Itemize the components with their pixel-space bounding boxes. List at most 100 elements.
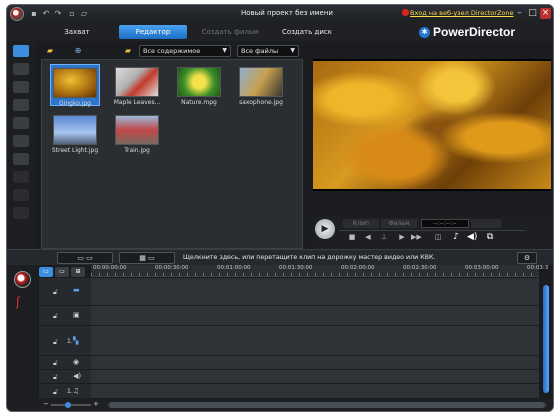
timeline-view-icon[interactable]: ▭: [39, 267, 53, 277]
media-item[interactable]: saxophone.jpg: [236, 64, 286, 106]
fit-view-icon[interactable]: ⊞: [71, 267, 85, 277]
redo-icon[interactable]: ↷: [53, 9, 63, 19]
effect-track[interactable]: [91, 306, 539, 326]
preview-window: [313, 59, 551, 191]
zoom-out-icon[interactable]: −: [43, 400, 49, 408]
title-track-icon: ◉: [73, 358, 80, 366]
video-track-icon: ▬: [73, 286, 80, 294]
music-track-icon: ♫: [73, 387, 80, 395]
preview-image: [313, 61, 551, 189]
media-item[interactable]: Gingko.jpg: [50, 64, 100, 107]
particle-room-icon[interactable]: [13, 99, 29, 111]
music-track[interactable]: [91, 384, 539, 399]
app-logo-icon[interactable]: [10, 7, 24, 21]
directorzone-link[interactable]: Вход на веб-узел DirectorZone: [410, 9, 514, 17]
transition-room-icon[interactable]: [13, 135, 29, 147]
close-button[interactable]: ×: [540, 8, 551, 19]
tab-create-disc[interactable]: Создать диск: [271, 25, 343, 39]
tab-editor[interactable]: Редактор: [119, 25, 187, 39]
fast-forward-icon[interactable]: ▶▶: [411, 232, 422, 242]
lock-icon[interactable]: 🔓︎: [53, 359, 58, 368]
ruler-tick: 00:00:00:00: [93, 265, 127, 271]
movie-mode-button[interactable]: Фильм: [381, 219, 417, 228]
undo-icon[interactable]: ↶: [41, 9, 51, 19]
track-header: 🔓︎ ◀): [39, 370, 91, 384]
app-window: ▪ ↶ ↷ ▫ ▱ Новый проект без имени Вход на…: [6, 4, 554, 412]
settings-button[interactable]: ⚙: [517, 252, 537, 264]
seek-bar[interactable]: [339, 230, 525, 231]
volume-icon[interactable]: ♪: [451, 232, 461, 242]
track-header: 🔓︎ 1. ♫: [39, 384, 91, 399]
storyboard-button[interactable]: ▭ ▭: [57, 252, 113, 264]
browse-folder-icon[interactable]: ▰: [123, 46, 133, 56]
zoom-in-icon[interactable]: +: [93, 400, 99, 408]
media-item[interactable]: Maple Leaves...: [112, 64, 162, 106]
video-track[interactable]: [91, 278, 539, 306]
import-folder-icon[interactable]: ▰: [45, 46, 55, 56]
tab-capture[interactable]: Захват: [45, 25, 109, 39]
timeline-tools-button[interactable]: ▦ ▭: [119, 252, 175, 264]
media-item[interactable]: Nature.mpg: [174, 64, 224, 106]
voiceover-room-icon[interactable]: [13, 171, 29, 183]
library-scrollbar[interactable]: [305, 43, 311, 249]
play-button[interactable]: ▶: [315, 219, 335, 239]
timeline-hint: Щелкните здесь, или перетащите клип на д…: [183, 254, 436, 261]
zoom-slider[interactable]: − +: [43, 400, 99, 408]
minimize-button[interactable]: –: [514, 8, 525, 19]
zoom-knob[interactable]: [65, 402, 71, 408]
speaker-icon[interactable]: ◀): [467, 232, 477, 242]
zoom-dropdown[interactable]: [471, 219, 501, 228]
maximize-button[interactable]: □: [527, 8, 538, 19]
lock-icon[interactable]: 🔓︎: [53, 388, 58, 397]
storyboard-view-icon[interactable]: ▭: [55, 267, 69, 277]
media-item[interactable]: Street Light.jpg: [50, 112, 100, 154]
audio-mixing-room-icon[interactable]: [13, 153, 29, 165]
street-light-thumbnail: [53, 115, 97, 145]
time-ruler[interactable]: 00:00:00:00 00:00:30:00 00:01:00:00 00:0…: [91, 265, 548, 277]
ruler-tick: 00:01:00:00: [217, 265, 251, 271]
file-type-dropdown[interactable]: Все файлы ▼: [237, 45, 299, 57]
ruler-tick: 00:03:3: [527, 265, 549, 271]
next-frame-icon[interactable]: ▶: [397, 232, 407, 242]
track-header: 🔓︎ ▣: [39, 306, 91, 326]
lock-icon[interactable]: 🔓︎: [53, 373, 58, 382]
open-folder-icon[interactable]: ▱: [79, 9, 89, 19]
lock-icon[interactable]: 🔓︎: [53, 312, 58, 321]
track-number: 1.: [67, 388, 73, 395]
track-header: 🔓︎ ▬: [39, 278, 91, 306]
scrollbar-thumb[interactable]: [543, 285, 549, 393]
timeline-toolbar: ▭ ▭ ▦ ▭ Щелкните здесь, или перетащите к…: [7, 249, 553, 265]
snapshot-icon[interactable]: ◫: [433, 232, 443, 242]
timeline-horizontal-scrollbar[interactable]: [107, 402, 547, 408]
saxophone-thumbnail: [239, 67, 283, 97]
title-room-icon[interactable]: [13, 117, 29, 129]
ginkgo-thumbnail: [53, 68, 97, 98]
fullscreen-icon[interactable]: ⧉: [485, 232, 495, 242]
pip-track[interactable]: [91, 326, 539, 356]
effect-room-icon[interactable]: [13, 63, 29, 75]
pip-room-icon[interactable]: [13, 81, 29, 93]
timeline-view-toggle: ▭ ▭ ⊞: [39, 267, 89, 277]
lock-icon[interactable]: 🔓︎: [53, 288, 58, 297]
timeline-vertical-scrollbar[interactable]: [541, 279, 551, 399]
new-file-icon[interactable]: ▫: [67, 9, 77, 19]
media-room-icon[interactable]: [13, 45, 29, 57]
subtitle-room-icon[interactable]: [13, 207, 29, 219]
chapter-room-icon[interactable]: [13, 189, 29, 201]
download-icon[interactable]: ⊕: [73, 46, 83, 56]
content-filter-dropdown[interactable]: Все содержимое ▼: [139, 45, 231, 57]
split-icon[interactable]: ⊥: [379, 232, 389, 242]
lock-icon[interactable]: 🔓︎: [53, 338, 58, 347]
previous-frame-icon[interactable]: ◀: [363, 232, 373, 242]
magic-tools-icon[interactable]: ʃ: [16, 295, 20, 309]
media-item-label: Gingko.jpg: [59, 100, 91, 107]
scrollbar-thumb[interactable]: [109, 402, 545, 408]
media-item-label: Maple Leaves...: [113, 99, 161, 106]
stop-icon[interactable]: ■: [347, 232, 357, 242]
save-icon[interactable]: ▪: [29, 9, 39, 19]
ruler-tick: 00:03:00:00: [465, 265, 499, 271]
media-item[interactable]: Train.jpg: [112, 112, 162, 154]
title-track[interactable]: [91, 356, 539, 370]
voice-track[interactable]: [91, 370, 539, 384]
clip-mode-button[interactable]: Клип: [343, 219, 379, 228]
